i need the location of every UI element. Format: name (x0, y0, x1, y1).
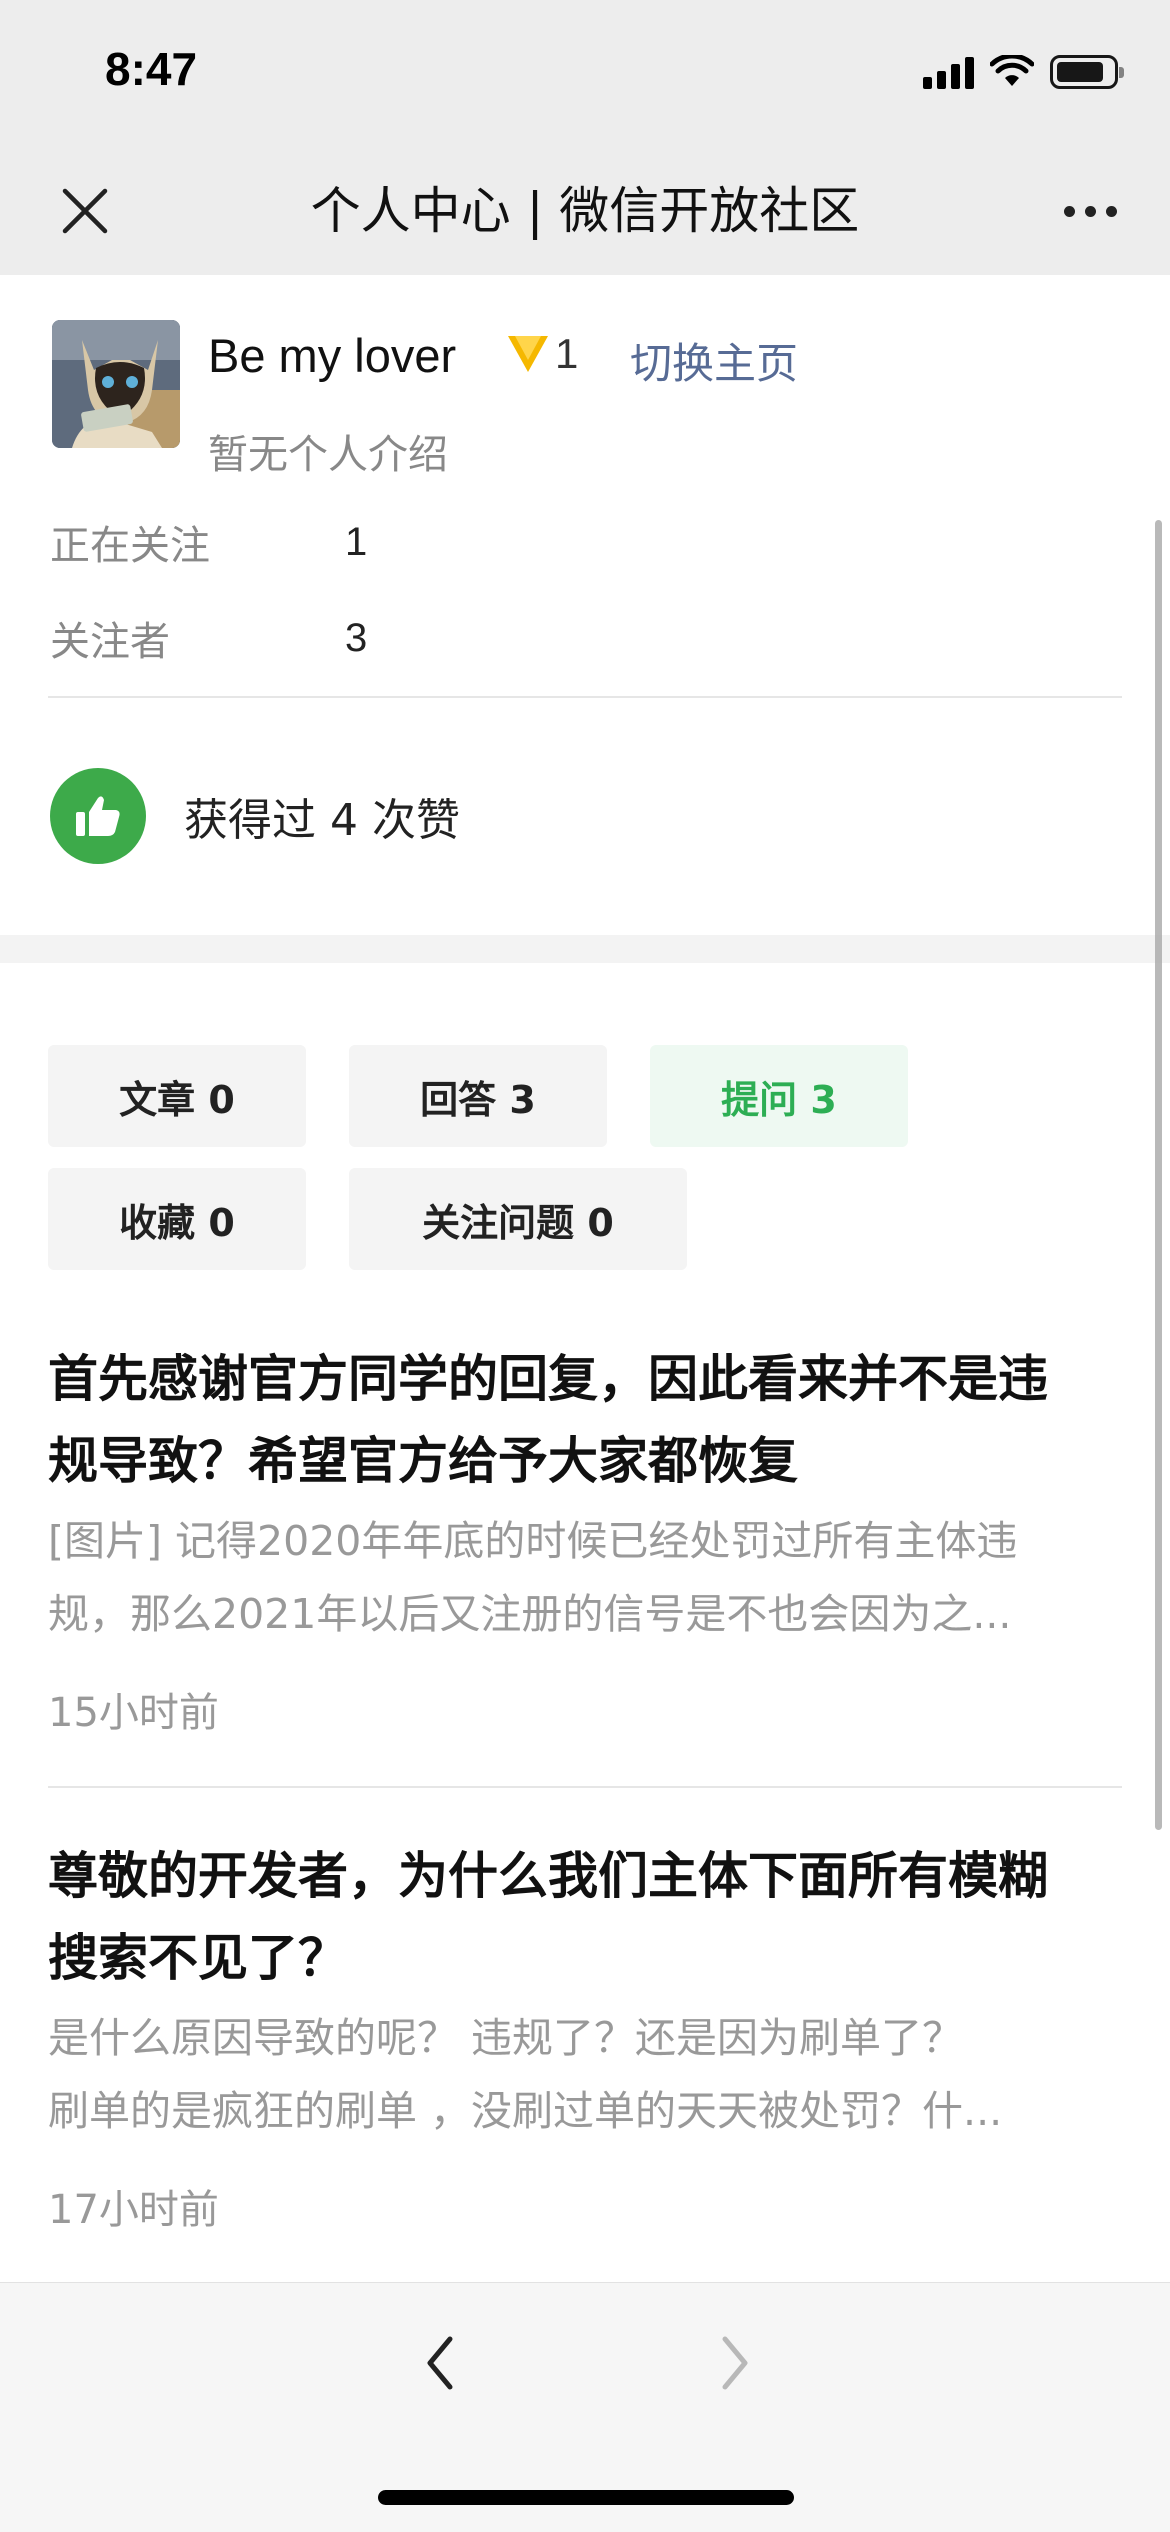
tab-answers[interactable]: 回答 3 (349, 1045, 607, 1147)
question-title: 首先感谢官方同学的回复，因此看来并不是违 规导致？希望官方给予大家都恢复 (48, 1350, 1048, 1490)
section-separator (0, 935, 1170, 963)
battery-icon (1050, 55, 1124, 89)
following-label: 正在关注 (50, 523, 210, 569)
tab-followed-questions[interactable]: 关注问题 0 (349, 1168, 687, 1270)
question-excerpt: 是什么原因导致的呢？ 违规了？还是因为刷单了？ 刷单的是疯狂的刷单 ，没刷过单的… (48, 2014, 1003, 2135)
tab-articles[interactable]: 文章 0 (48, 1045, 306, 1147)
profile-bio: 暂无个人介绍 (208, 432, 448, 478)
question-time: 15小时前 (48, 1690, 219, 1736)
tab-favorites[interactable]: 收藏 0 (48, 1168, 306, 1270)
more-button[interactable] (1050, 178, 1130, 244)
badge-count: 1 (555, 330, 579, 377)
badge-icon (508, 336, 548, 372)
likes-count-text: 获得过 4 次赞 (184, 795, 460, 846)
following-count: 1 (345, 519, 368, 564)
back-arrow-icon (427, 2336, 453, 2390)
divider (48, 696, 1122, 698)
cat-avatar-image (52, 320, 180, 448)
following-row[interactable]: 正在关注 1 (50, 512, 367, 572)
tab-questions[interactable]: 提问 3 (650, 1045, 908, 1147)
followers-count: 3 (345, 615, 368, 660)
page-title: 个人中心 | 微信开放社区 (310, 182, 860, 240)
cellular-signal-icon (923, 55, 974, 89)
status-time: 8:47 (105, 43, 198, 95)
question-excerpt: [图片] 记得2020年年底的时候已经处罚过所有主体违 规，那么2021年以后又… (48, 1517, 1018, 1638)
status-icons (923, 52, 1124, 92)
level-badge[interactable]: 1 (505, 330, 578, 378)
home-indicator[interactable] (378, 2490, 794, 2505)
question-title: 尊敬的开发者，为什么我们主体下面所有模糊 搜索不见了？ (48, 1847, 1048, 1987)
status-bar: 8:47 (0, 0, 1170, 150)
avatar[interactable] (52, 320, 180, 448)
likes-summary: 获得过 4 次赞 (50, 768, 460, 864)
followers-row[interactable]: 关注者 3 (50, 608, 367, 668)
more-icon (1063, 205, 1075, 217)
forward-button[interactable] (695, 2323, 775, 2403)
scrollbar[interactable] (1155, 520, 1162, 1830)
back-button[interactable] (400, 2323, 480, 2403)
thumbs-up-icon (76, 796, 120, 836)
username: Be my lover (208, 329, 457, 382)
forward-arrow-icon (722, 2336, 748, 2390)
divider (48, 1786, 1122, 1788)
like-badge (50, 768, 146, 864)
switch-home-link[interactable]: 切换主页 (630, 330, 798, 391)
followers-label: 关注者 (50, 619, 170, 665)
nav-bar: 个人中心 | 微信开放社区 (0, 150, 1170, 275)
wifi-icon (990, 55, 1034, 86)
question-time: 17小时前 (48, 2187, 219, 2233)
